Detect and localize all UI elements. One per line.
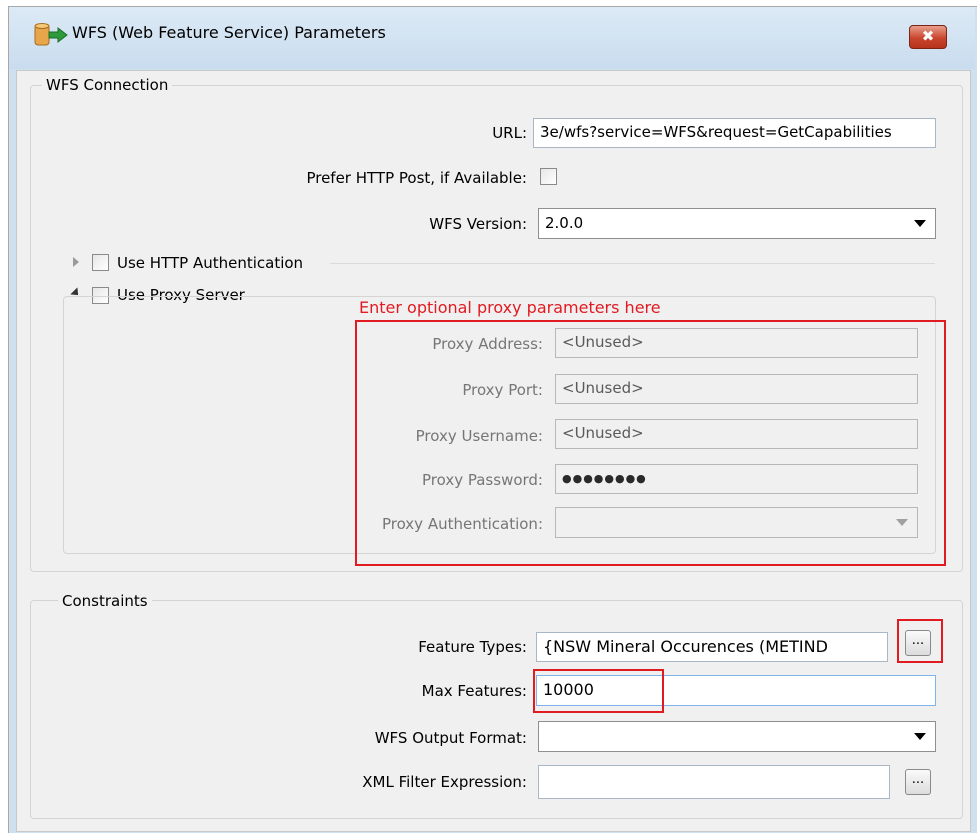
chevron-down-icon [896, 519, 908, 526]
output-format-select[interactable] [538, 721, 936, 752]
prefer-post-checkbox[interactable] [540, 168, 557, 185]
max-features-highlight [533, 669, 664, 713]
wfs-version-select[interactable]: 2.0.0 [538, 208, 936, 239]
constraints-title: Constraints [58, 592, 152, 610]
proxy-username-input[interactable]: <Unused> [555, 419, 918, 449]
feature-types-label: Feature Types: [418, 638, 527, 656]
url-input[interactable]: 3e/wfs?service=WFS&request=GetCapabiliti… [533, 118, 936, 148]
window-title: WFS (Web Feature Service) Parameters [72, 23, 386, 42]
wfs-version-label: WFS Version: [429, 215, 527, 233]
chevron-down-icon [914, 220, 926, 227]
proxy-port-input[interactable]: <Unused> [555, 374, 918, 404]
database-arrow-icon [34, 23, 68, 46]
close-button[interactable]: ✖ [909, 25, 947, 49]
proxy-auth-select[interactable] [555, 507, 918, 538]
proxy-port-label: Proxy Port: [462, 381, 543, 399]
expand-arrow-icon[interactable] [73, 257, 79, 267]
proxy-annotation: Enter optional proxy parameters here [359, 298, 661, 317]
proxy-password-input[interactable]: ●●●●●●●● [555, 464, 918, 494]
url-label: URL: [492, 124, 527, 142]
proxy-password-label: Proxy Password: [422, 471, 543, 489]
xml-filter-input[interactable] [538, 765, 890, 799]
prefer-post-label: Prefer HTTP Post, if Available: [306, 169, 527, 187]
chevron-down-icon [914, 733, 926, 740]
proxy-address-input[interactable]: <Unused> [555, 328, 918, 358]
http-auth-label: Use HTTP Authentication [117, 254, 304, 272]
xml-filter-label: XML Filter Expression: [362, 773, 527, 791]
proxy-auth-label: Proxy Authentication: [381, 515, 543, 533]
separator [330, 263, 935, 264]
feature-types-browse-button[interactable]: ... [905, 630, 931, 656]
http-auth-checkbox[interactable] [92, 254, 109, 271]
proxy-username-label: Proxy Username: [415, 427, 543, 445]
output-format-label: WFS Output Format: [374, 729, 527, 747]
max-features-label: Max Features: [421, 682, 527, 700]
wfs-connection-title: WFS Connection [42, 76, 173, 94]
xml-filter-browse-button[interactable]: ... [905, 769, 931, 795]
proxy-address-label: Proxy Address: [432, 335, 543, 353]
wfs-version-value: 2.0.0 [545, 214, 584, 232]
feature-types-input[interactable]: {NSW Mineral Occurences (METIND [536, 632, 888, 662]
